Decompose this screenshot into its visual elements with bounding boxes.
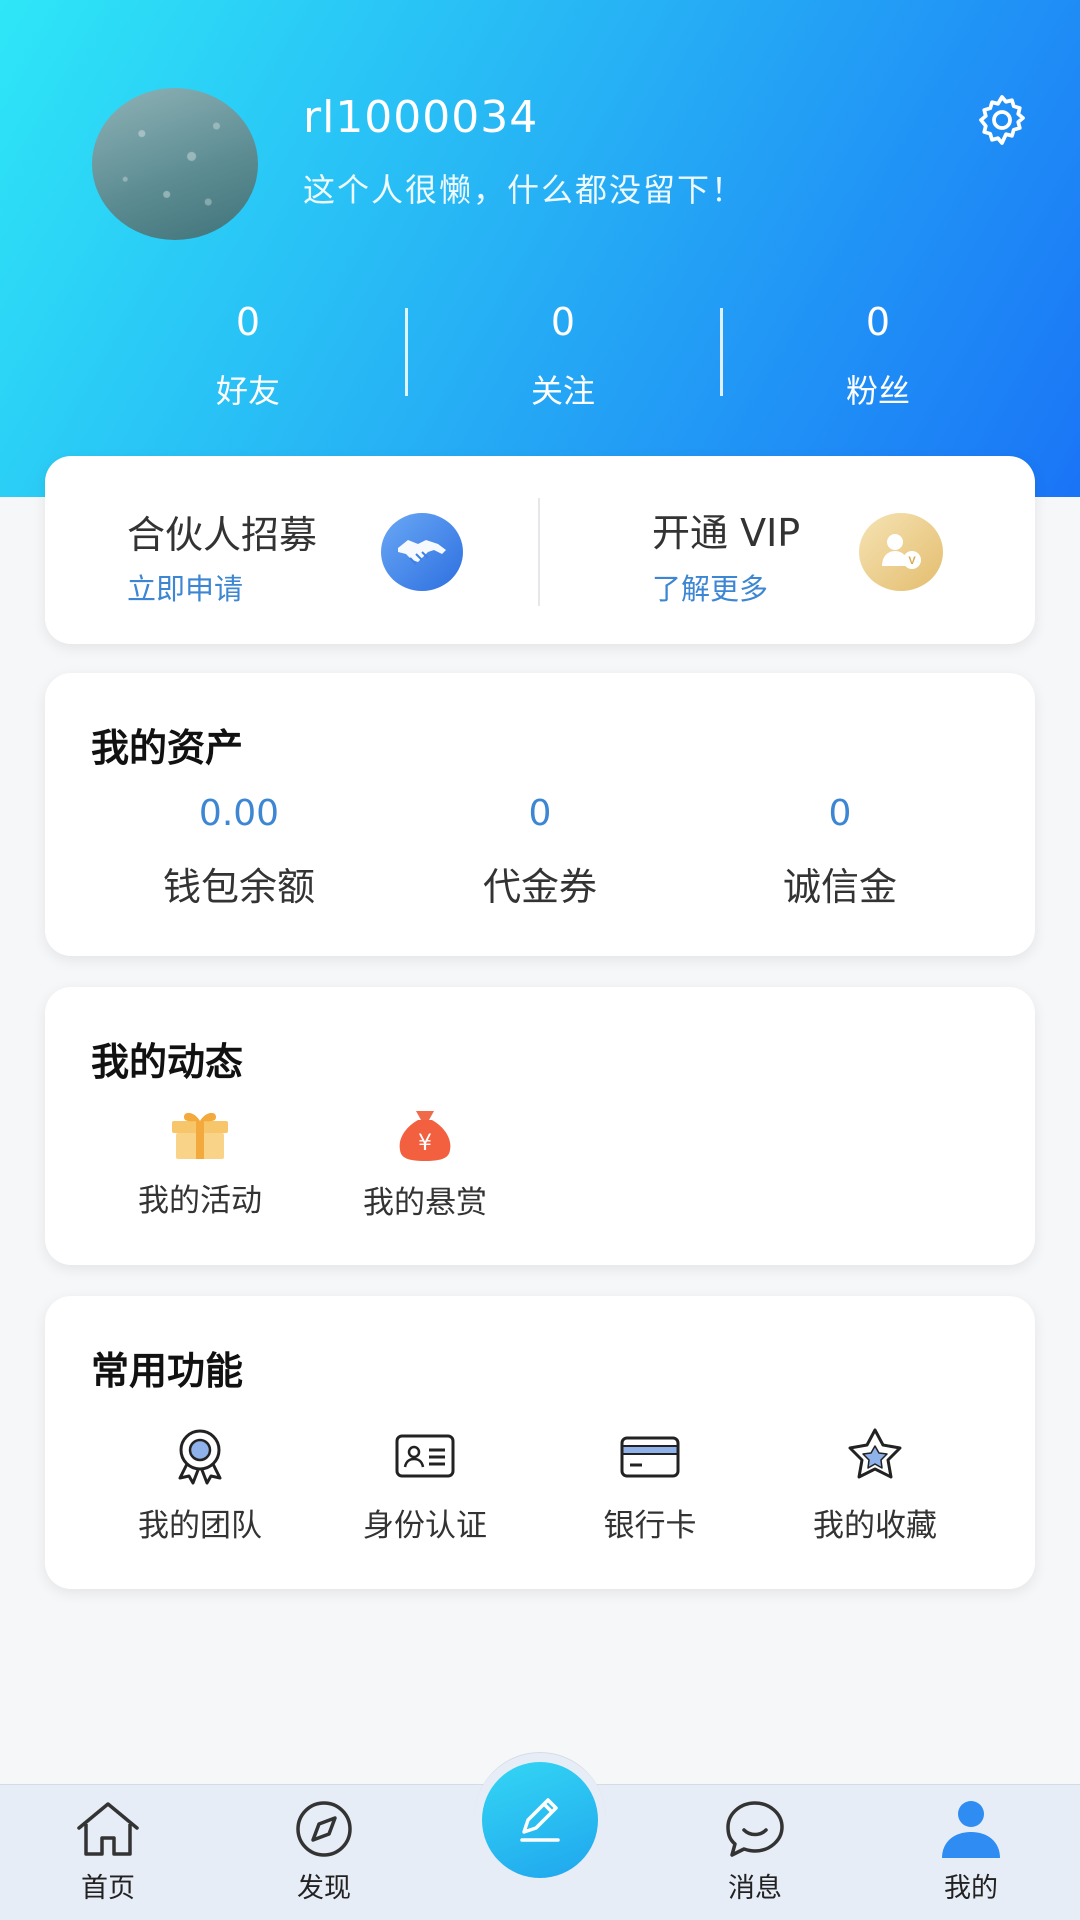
functions-card: 常用功能 我的团队 身份认证 银行卡 我的收藏: [45, 1296, 1035, 1589]
username: rl1000034: [303, 92, 539, 143]
stat-divider: [720, 308, 723, 396]
identity-verification[interactable]: 身份认证: [325, 1426, 525, 1545]
vip-badge-icon: V: [859, 513, 943, 591]
money-bag-icon: ¥: [399, 1111, 451, 1161]
activity-title: 我的动态: [91, 1040, 244, 1084]
my-rewards-label: 我的悬赏: [363, 1185, 487, 1221]
promo-card: 合伙人招募 立即申请 开通 VIP 了解更多 V: [45, 456, 1035, 644]
stat-fans-label: 粉丝: [845, 372, 910, 410]
pencil-icon: [520, 1798, 560, 1842]
vip-action: 了解更多: [652, 572, 769, 606]
svg-text:¥: ¥: [418, 1131, 432, 1156]
stat-friends-label: 好友: [215, 372, 280, 410]
svg-text:V: V: [908, 555, 916, 567]
wallet-balance[interactable]: 0.00 钱包余额: [89, 793, 389, 911]
bank-card-icon: [620, 1436, 680, 1478]
stat-fans-value: 0: [865, 300, 891, 344]
functions-title: 常用功能: [91, 1349, 244, 1393]
stat-divider: [405, 308, 408, 396]
gear-icon[interactable]: [972, 90, 1032, 150]
bank-card-label: 银行卡: [603, 1508, 697, 1544]
vip-title: 开通 VIP: [652, 511, 801, 555]
create-post-button[interactable]: [482, 1762, 598, 1878]
home-icon: [77, 1802, 139, 1856]
activity-card: 我的动态 我的活动 ¥ 我的悬赏: [45, 987, 1035, 1265]
integrity-deposit[interactable]: 0 诚信金: [690, 793, 990, 911]
profile-header: [0, 0, 1080, 497]
bank-card[interactable]: 银行卡: [550, 1426, 750, 1545]
my-team[interactable]: 我的团队: [100, 1426, 300, 1545]
my-team-label: 我的团队: [138, 1508, 262, 1544]
tab-messages[interactable]: 消息: [695, 1800, 815, 1905]
tab-mine-label: 我的: [944, 1873, 998, 1904]
stat-following-value: 0: [550, 300, 576, 344]
chat-bubble-icon: [726, 1801, 784, 1857]
my-rewards[interactable]: ¥ 我的悬赏: [325, 1107, 525, 1222]
my-activities-label: 我的活动: [138, 1183, 262, 1219]
tab-discover[interactable]: 发现: [264, 1800, 384, 1905]
integrity-deposit-value: 0: [828, 793, 852, 834]
tab-home-label: 首页: [81, 1873, 135, 1904]
assets-title: 我的资产: [91, 726, 244, 770]
star-icon: [848, 1428, 902, 1479]
stat-friends[interactable]: 0 好友: [148, 300, 348, 412]
assets-card: 我的资产 0.00 钱包余额 0 代金券 0 诚信金: [45, 673, 1035, 956]
id-card-icon: [395, 1434, 455, 1478]
handshake-icon: [381, 513, 463, 591]
avatar[interactable]: [92, 88, 258, 240]
partner-action: 立即申请: [127, 572, 244, 606]
vip-entry[interactable]: 开通 VIP 了解更多 V: [540, 456, 1035, 644]
tab-messages-label: 消息: [728, 1873, 782, 1904]
my-activities[interactable]: 我的活动: [100, 1107, 300, 1220]
tab-mine[interactable]: 我的: [911, 1800, 1031, 1905]
my-favorites-label: 我的收藏: [813, 1508, 937, 1544]
partner-recruit-entry[interactable]: 合伙人招募 立即申请: [45, 456, 538, 644]
stat-fans[interactable]: 0 粉丝: [778, 300, 978, 412]
vouchers-value: 0: [528, 793, 552, 834]
partner-title: 合伙人招募: [127, 513, 318, 557]
wallet-balance-value: 0.00: [198, 793, 280, 834]
integrity-deposit-label: 诚信金: [782, 865, 897, 909]
user-icon: [942, 1801, 1000, 1858]
wallet-balance-label: 钱包余额: [162, 865, 315, 909]
stat-friends-value: 0: [235, 300, 261, 344]
tab-home[interactable]: 首页: [48, 1800, 168, 1905]
identity-verification-label: 身份认证: [363, 1508, 487, 1544]
vouchers[interactable]: 0 代金券: [390, 793, 690, 911]
stat-following-label: 关注: [530, 372, 595, 410]
compass-icon: [296, 1801, 352, 1857]
my-favorites[interactable]: 我的收藏: [775, 1426, 975, 1545]
gift-icon: [172, 1112, 228, 1159]
user-bio: 这个人很懒，什么都没留下！: [303, 171, 746, 209]
stat-following[interactable]: 0 关注: [463, 300, 663, 412]
award-badge-icon: [178, 1429, 222, 1485]
tab-discover-label: 发现: [297, 1873, 351, 1904]
vouchers-label: 代金券: [482, 865, 597, 909]
